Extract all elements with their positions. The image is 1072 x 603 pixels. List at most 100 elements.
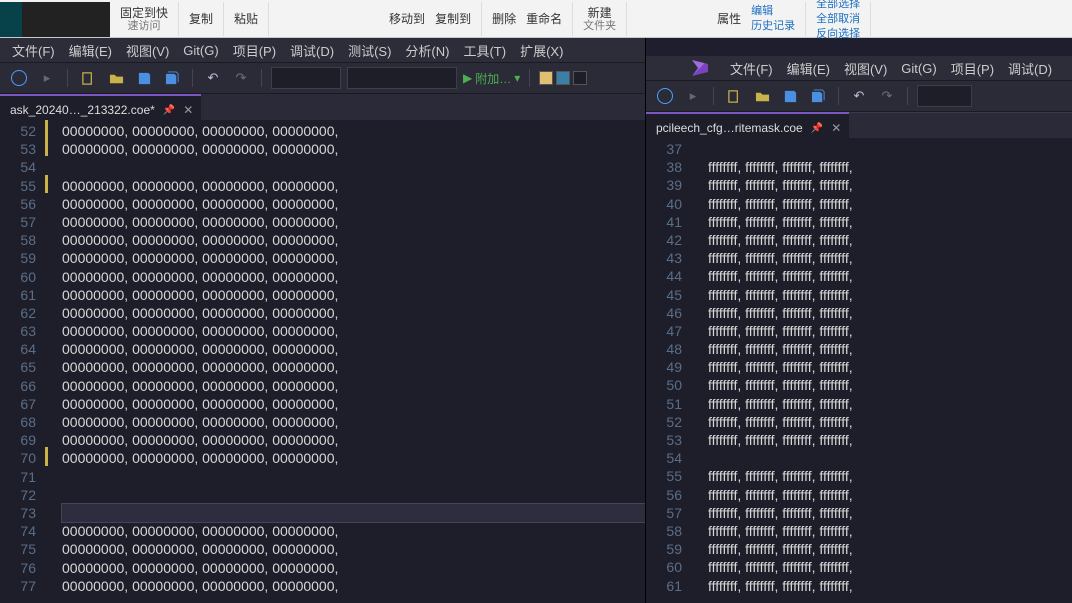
ribbon-edit[interactable]: 编辑 — [751, 4, 773, 19]
code-line[interactable]: 00000000, 00000000, 00000000, 00000000, — [62, 249, 645, 267]
code-line[interactable]: 00000000, 00000000, 00000000, 00000000, — [62, 540, 645, 558]
run-attach-button[interactable]: 附加… ▾ — [463, 70, 520, 87]
menu-item[interactable]: 测试(S) — [348, 41, 391, 60]
undo-button[interactable]: ↶ — [202, 67, 224, 89]
config-combo-r[interactable] — [917, 85, 972, 107]
tab-right-file[interactable]: pcileech_cfg…ritemask.coe 📌 ✕ — [646, 112, 849, 138]
nav-fwd-button-r[interactable]: ▸ — [682, 85, 704, 107]
code-line[interactable] — [62, 468, 645, 486]
ribbon-copyto[interactable]: 复制到 — [435, 12, 471, 26]
menu-item[interactable]: 工具(T) — [463, 41, 506, 60]
ribbon-delete[interactable]: 删除 — [492, 12, 516, 26]
menu-item[interactable]: Git(G) — [183, 43, 218, 58]
ribbon-pin-group[interactable]: 固定到快 速访问 — [110, 2, 179, 36]
menu-item[interactable]: 文件(F) — [730, 59, 773, 78]
code-line[interactable]: ffffffff, ffffffff, ffffffff, ffffffff, — [708, 176, 1072, 194]
undo-button-r[interactable]: ↶ — [848, 85, 870, 107]
nav-back-button-r[interactable] — [654, 85, 676, 107]
code-line[interactable]: 00000000, 00000000, 00000000, 00000000, — [62, 577, 645, 595]
menu-item[interactable]: 项目(P) — [233, 41, 276, 60]
code-line[interactable]: 00000000, 00000000, 00000000, 00000000, — [62, 231, 645, 249]
menu-item[interactable]: 调试(D) — [1008, 59, 1052, 78]
save-button-r[interactable] — [779, 85, 801, 107]
tab-pin-icon[interactable]: 📌 — [163, 105, 175, 116]
code-line[interactable]: ffffffff, ffffffff, ffffffff, ffffffff, — [708, 322, 1072, 340]
menu-item[interactable]: 视图(V) — [844, 59, 887, 78]
code-line[interactable]: 00000000, 00000000, 00000000, 00000000, — [62, 286, 645, 304]
ribbon-copy-group[interactable]: 复制 — [179, 2, 224, 36]
code-line[interactable]: ffffffff, ffffffff, ffffffff, ffffffff, — [708, 376, 1072, 394]
code-line[interactable]: ffffffff, ffffffff, ffffffff, ffffffff, — [708, 395, 1072, 413]
code-line[interactable]: 00000000, 00000000, 00000000, 00000000, — [62, 449, 645, 467]
open-file-button-r[interactable] — [751, 85, 773, 107]
menu-item[interactable]: 调试(D) — [290, 41, 334, 60]
code-line[interactable]: ffffffff, ffffffff, ffffffff, ffffffff, — [708, 413, 1072, 431]
ribbon-paste-group[interactable]: 粘贴 — [224, 2, 269, 36]
code-line[interactable]: ffffffff, ffffffff, ffffffff, ffffffff, — [708, 577, 1072, 595]
menu-item[interactable]: 分析(N) — [405, 41, 449, 60]
left-editor[interactable]: 5253545556575859606162636465666768697071… — [0, 120, 645, 603]
code-line[interactable]: ffffffff, ffffffff, ffffffff, ffffffff, — [708, 213, 1072, 231]
code-line[interactable]: ffffffff, ffffffff, ffffffff, ffffffff, — [708, 431, 1072, 449]
code-line[interactable]: ffffffff, ffffffff, ffffffff, ffffffff, — [708, 304, 1072, 322]
ribbon-properties[interactable]: 属性 — [717, 12, 741, 26]
code-line[interactable] — [62, 158, 645, 176]
ribbon-select-all[interactable]: 全部选择 — [816, 0, 860, 12]
code-line[interactable]: 00000000, 00000000, 00000000, 00000000, — [62, 195, 645, 213]
menu-item[interactable]: Git(G) — [901, 61, 936, 76]
nav-fwd-button[interactable]: ▸ — [36, 67, 58, 89]
code-line[interactable]: 00000000, 00000000, 00000000, 00000000, — [62, 177, 645, 195]
menu-item[interactable]: 视图(V) — [126, 41, 169, 60]
code-line[interactable]: ffffffff, ffffffff, ffffffff, ffffffff, — [708, 340, 1072, 358]
tab-close-icon-r[interactable]: ✕ — [831, 121, 841, 135]
menu-item[interactable]: 扩展(X) — [520, 41, 563, 60]
open-file-button[interactable] — [105, 67, 127, 89]
code-line[interactable]: ffffffff, ffffffff, ffffffff, ffffffff, — [708, 467, 1072, 485]
ribbon-history[interactable]: 历史记录 — [751, 19, 795, 34]
code-line[interactable]: ffffffff, ffffffff, ffffffff, ffffffff, — [708, 195, 1072, 213]
code-line[interactable]: ffffffff, ffffffff, ffffffff, ffffffff, — [708, 249, 1072, 267]
redo-button-r[interactable]: ↷ — [876, 85, 898, 107]
code-line[interactable]: 00000000, 00000000, 00000000, 00000000, — [62, 322, 645, 340]
menu-item[interactable]: 编辑(E) — [69, 41, 112, 60]
ribbon-moveto[interactable]: 移动到 — [389, 12, 425, 26]
menu-item[interactable]: 项目(P) — [951, 59, 994, 78]
code-line[interactable]: 00000000, 00000000, 00000000, 00000000, — [62, 213, 645, 231]
save-button[interactable] — [133, 67, 155, 89]
tab-close-icon[interactable]: ✕ — [183, 103, 193, 117]
code-line[interactable]: 00000000, 00000000, 00000000, 00000000, — [62, 122, 645, 140]
redo-button[interactable]: ↷ — [230, 67, 252, 89]
code-line[interactable]: 00000000, 00000000, 00000000, 00000000, — [62, 431, 645, 449]
new-file-button[interactable] — [77, 67, 99, 89]
code-line[interactable]: 00000000, 00000000, 00000000, 00000000, — [62, 268, 645, 286]
code-line[interactable] — [62, 486, 645, 504]
code-line[interactable]: 00000000, 00000000, 00000000, 00000000, — [62, 395, 645, 413]
code-line[interactable]: 00000000, 00000000, 00000000, 00000000, — [62, 522, 645, 540]
platform-combo[interactable] — [347, 67, 457, 89]
menu-item[interactable]: 文件(F) — [12, 41, 55, 60]
code-line[interactable]: ffffffff, ffffffff, ffffffff, ffffffff, — [708, 504, 1072, 522]
ribbon-new-group[interactable]: 新建 文件夹 — [573, 2, 627, 36]
code-line[interactable]: ffffffff, ffffffff, ffffffff, ffffffff, — [708, 540, 1072, 558]
ribbon-rename[interactable]: 重命名 — [526, 12, 562, 26]
tab-left-file[interactable]: ask_20240…_213322.coe* 📌 ✕ — [0, 94, 201, 120]
nav-back-button[interactable] — [8, 67, 30, 89]
code-line[interactable]: ffffffff, ffffffff, ffffffff, ffffffff, — [708, 286, 1072, 304]
code-line[interactable]: 00000000, 00000000, 00000000, 00000000, — [62, 140, 645, 158]
menu-item[interactable]: 编辑(E) — [787, 59, 830, 78]
code-line[interactable]: 00000000, 00000000, 00000000, 00000000, — [62, 304, 645, 322]
code-line[interactable]: ffffffff, ffffffff, ffffffff, ffffffff, — [708, 231, 1072, 249]
config-combo[interactable] — [271, 67, 341, 89]
code-line[interactable]: ffffffff, ffffffff, ffffffff, ffffffff, — [708, 558, 1072, 576]
code-line[interactable]: ffffffff, ffffffff, ffffffff, ffffffff, — [708, 267, 1072, 285]
code-line[interactable]: ffffffff, ffffffff, ffffffff, ffffffff, — [708, 522, 1072, 540]
code-line[interactable]: 00000000, 00000000, 00000000, 00000000, — [62, 413, 645, 431]
code-line[interactable] — [708, 140, 1072, 158]
code-line[interactable] — [62, 504, 645, 522]
code-line[interactable] — [708, 449, 1072, 467]
tab-pin-icon-r[interactable]: 📌 — [811, 123, 823, 134]
code-line[interactable]: ffffffff, ffffffff, ffffffff, ffffffff, — [708, 158, 1072, 176]
ribbon-select-none[interactable]: 全部取消 — [816, 12, 860, 27]
save-all-button[interactable] — [161, 67, 183, 89]
save-all-button-r[interactable] — [807, 85, 829, 107]
